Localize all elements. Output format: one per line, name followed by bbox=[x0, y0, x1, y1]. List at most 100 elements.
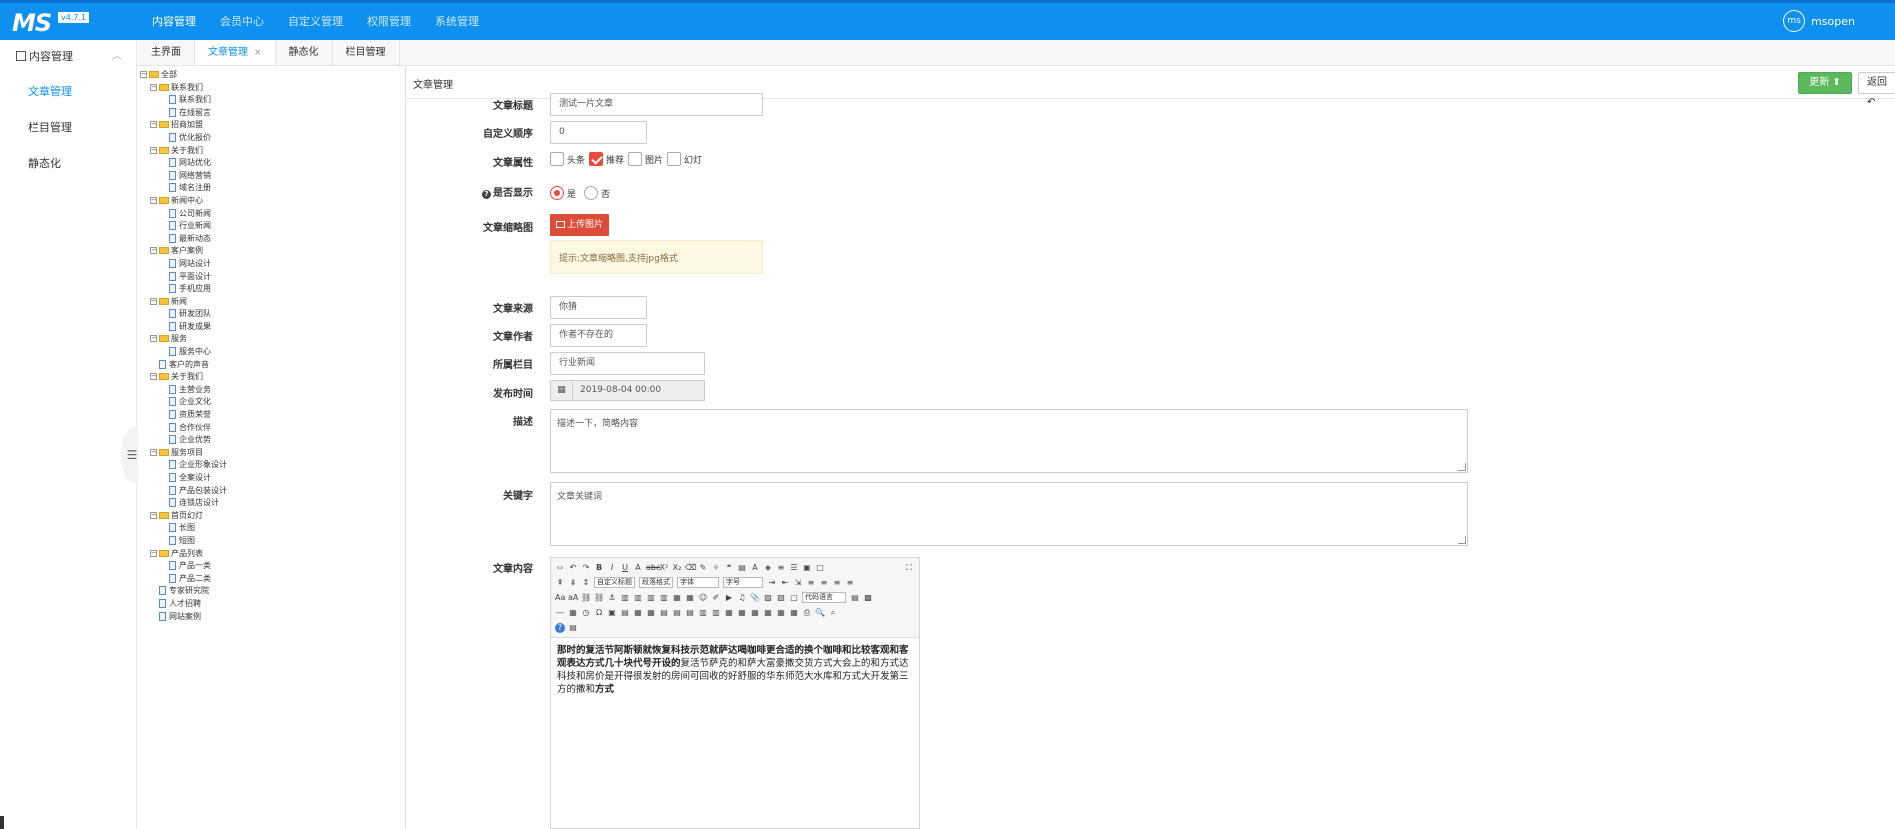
collapse-icon[interactable]: − bbox=[150, 121, 157, 129]
snapscreen-icon[interactable]: ▣ bbox=[607, 608, 617, 618]
tab-home[interactable]: 主界面 bbox=[138, 40, 195, 65]
template-icon[interactable]: ▤ bbox=[850, 593, 860, 603]
checkbox-recommend[interactable] bbox=[589, 152, 604, 166]
tree-node[interactable]: 连锁店设计 bbox=[140, 497, 405, 510]
italic-icon[interactable]: I bbox=[607, 563, 617, 573]
tree-node[interactable]: 研发团队 bbox=[140, 308, 405, 321]
back-color-icon[interactable]: ◈ bbox=[763, 563, 773, 573]
fullscreen-icon[interactable]: ⛶ bbox=[904, 563, 914, 573]
tree-node[interactable]: 产品包装设计 bbox=[140, 485, 405, 498]
tree-node[interactable]: 企业文化 bbox=[140, 396, 405, 409]
user-menu[interactable]: ms msopen bbox=[1783, 10, 1855, 32]
help-icon[interactable]: ? bbox=[555, 622, 565, 633]
tree-node[interactable]: 企业优势 bbox=[140, 434, 405, 447]
sidebar-header[interactable]: 内容管理 ︿ bbox=[0, 40, 136, 74]
sidebar-item-static[interactable]: 静态化 bbox=[0, 146, 136, 182]
tree-node[interactable]: 客户的声音 bbox=[140, 359, 405, 372]
radio-show-no[interactable] bbox=[584, 186, 599, 200]
collapse-icon[interactable]: − bbox=[150, 335, 157, 343]
tree-node[interactable]: 公司新闻 bbox=[140, 208, 405, 221]
tree-node[interactable]: 网络营销 bbox=[140, 170, 405, 183]
superscript-icon[interactable]: X² bbox=[659, 563, 669, 573]
tab-articles[interactable]: 文章管理 × bbox=[195, 40, 276, 65]
case-upper-icon[interactable]: Aa bbox=[555, 593, 565, 603]
anchor-icon[interactable]: ⚓ bbox=[607, 593, 617, 603]
paragraph-select[interactable]: 段落格式 bbox=[639, 577, 673, 588]
collapse-icon[interactable]: − bbox=[150, 83, 157, 91]
tab-static[interactable]: 静态化 bbox=[276, 40, 333, 65]
emotion-icon[interactable]: ☺ bbox=[698, 593, 708, 603]
align-right-icon[interactable]: ≡ bbox=[832, 578, 842, 588]
scrawl-icon[interactable]: ✐ bbox=[711, 593, 721, 603]
tree-folder[interactable]: − 服务 bbox=[140, 333, 405, 346]
insert-paragraph-icon[interactable]: ▤ bbox=[659, 608, 669, 618]
redo-icon[interactable]: ↷ bbox=[581, 563, 591, 573]
line-height-icon[interactable]: ↕ bbox=[581, 578, 591, 588]
radio-show-yes[interactable] bbox=[550, 186, 564, 200]
checkbox-headline[interactable] bbox=[550, 152, 564, 166]
collapse-icon[interactable]: − bbox=[150, 549, 157, 557]
custom-title-select[interactable]: 自定义标题 bbox=[594, 577, 635, 588]
autotype-icon[interactable]: ✧ bbox=[711, 563, 721, 573]
split-rows-icon[interactable]: ▦ bbox=[776, 608, 786, 618]
tree-node[interactable]: 行业新闻 bbox=[140, 220, 405, 233]
tree-folder[interactable]: − 关于我们 bbox=[140, 371, 405, 384]
date-picker[interactable]: ▦ 2019-08-04 00:00 bbox=[550, 380, 705, 401]
row-spacing-top-icon[interactable]: ⇞ bbox=[555, 578, 565, 588]
unlink-icon[interactable]: ⛓ bbox=[594, 593, 604, 603]
ordered-list-icon[interactable]: ≡ bbox=[776, 563, 786, 573]
html-icon[interactable]: ‹› bbox=[555, 563, 565, 573]
collapse-icon[interactable]: − bbox=[150, 373, 157, 381]
delete-row-icon[interactable]: ▤ bbox=[685, 608, 695, 618]
split-cells-icon[interactable]: ▦ bbox=[763, 608, 773, 618]
collapse-icon[interactable]: − bbox=[150, 448, 157, 456]
app-logo[interactable]: MS v4.7.1 bbox=[12, 9, 90, 37]
font-select[interactable]: 字体 bbox=[677, 577, 719, 588]
desc-textarea[interactable]: 描述一下，简略内容 bbox=[550, 409, 1468, 473]
delete-table-icon[interactable]: ▦ bbox=[646, 608, 656, 618]
font-color-icon[interactable]: A bbox=[750, 563, 760, 573]
preview-icon[interactable]: 🔍 bbox=[815, 608, 825, 618]
quote-icon[interactable]: ❝ bbox=[724, 563, 734, 573]
tree-folder[interactable]: − 新闻 bbox=[140, 296, 405, 309]
tree-node[interactable]: 全案设计 bbox=[140, 472, 405, 485]
link-icon[interactable]: ⛓ bbox=[581, 593, 591, 603]
tree-folder[interactable]: − 新闻中心 bbox=[140, 195, 405, 208]
tree-node[interactable]: 合作伙伴 bbox=[140, 422, 405, 435]
tree-node[interactable]: 长图 bbox=[140, 522, 405, 535]
ltr-icon[interactable]: ⇥ bbox=[767, 578, 777, 588]
sidebar-item-columns[interactable]: 栏目管理 bbox=[0, 110, 136, 146]
select-all-icon[interactable]: ▣ bbox=[802, 563, 812, 573]
insert-col-icon[interactable]: ▥ bbox=[698, 608, 708, 618]
collapse-icon[interactable]: − bbox=[150, 146, 157, 154]
tab-columns[interactable]: 栏目管理 bbox=[333, 40, 400, 65]
merge-right-icon[interactable]: ▦ bbox=[737, 608, 747, 618]
tree-folder[interactable]: − 客户案例 bbox=[140, 245, 405, 258]
spechars-icon[interactable]: Ω bbox=[594, 608, 604, 618]
tree-node[interactable]: 短图 bbox=[140, 535, 405, 548]
tree-node[interactable]: 产品一类 bbox=[140, 560, 405, 573]
strikethrough-icon[interactable]: abc bbox=[646, 563, 660, 573]
checkbox-slide[interactable] bbox=[667, 152, 682, 166]
horizontal-icon[interactable]: — bbox=[555, 608, 565, 618]
image-none-icon[interactable]: ▥ bbox=[620, 593, 630, 603]
tree-folder[interactable]: − 产品列表 bbox=[140, 548, 405, 561]
drafts-icon[interactable]: ▤ bbox=[568, 623, 578, 633]
background-icon[interactable]: ▩ bbox=[863, 593, 873, 603]
font-border-icon[interactable]: A bbox=[633, 563, 643, 573]
upload-button[interactable]: 上传图片 bbox=[550, 214, 610, 236]
tree-folder[interactable]: − 招商加盟 bbox=[140, 119, 405, 132]
case-lower-icon[interactable]: aA bbox=[568, 593, 578, 603]
tree-folder[interactable]: − 首页幻灯 bbox=[140, 510, 405, 523]
wordimage-icon[interactable]: ▤ bbox=[620, 608, 630, 618]
collapse-icon[interactable]: − bbox=[150, 511, 157, 519]
keyword-textarea[interactable]: 文章关键词 bbox=[550, 482, 1468, 546]
tree-node[interactable]: 手机应用 bbox=[140, 283, 405, 296]
align-left-icon[interactable]: ≡ bbox=[806, 578, 816, 588]
gmap-icon[interactable]: ▧ bbox=[776, 593, 786, 603]
frame-icon[interactable]: ▢ bbox=[789, 593, 799, 603]
tree-node[interactable]: 主营业务 bbox=[140, 384, 405, 397]
rich-text-editor[interactable]: ‹› ↶ ↷ B I U Aabc X² X₂ ⌫ ✎ ✧ ❝ ▤ A ◈ ≡ ☰ ▣ □ ⛶ ⇞ ⇟ ↕ 自定义标题段… bbox=[550, 557, 920, 829]
bold-icon[interactable]: B bbox=[594, 563, 604, 573]
tree-folder[interactable]: − 关于我们 bbox=[140, 145, 405, 158]
